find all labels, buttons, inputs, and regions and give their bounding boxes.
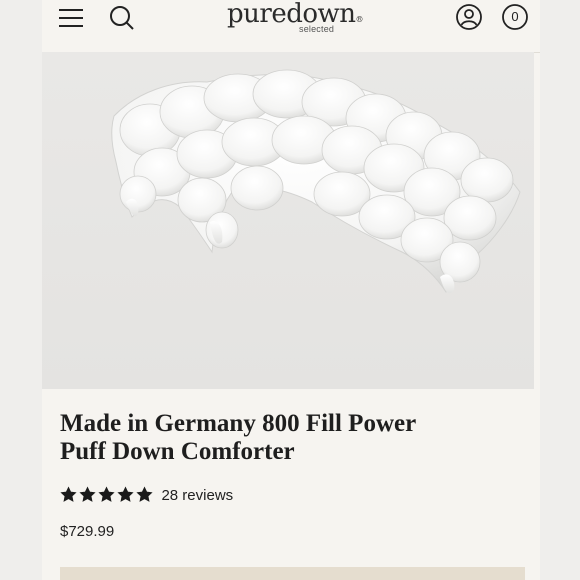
search-icon[interactable]: [108, 4, 136, 32]
site-header: puredown® selected 0: [42, 0, 540, 53]
product-title: Made in Germany 800 Fill Power Puff Down…: [60, 410, 480, 466]
cart-icon[interactable]: 0: [501, 3, 529, 31]
logo-tagline: selected: [299, 24, 335, 34]
product-title-line1: Made in Germany 800 Fill Power: [60, 410, 417, 437]
reviews-link[interactable]: 28 reviews: [161, 487, 233, 504]
star-icon: [79, 486, 96, 503]
comforter-illustration: [111, 69, 521, 294]
star-icon: [60, 486, 77, 503]
phone-screen: puredown® selected 0 Made in Germany 800…: [42, 0, 540, 580]
account-icon[interactable]: [455, 3, 483, 31]
product-title-line2: Puff Down Comforter: [60, 438, 295, 465]
menu-icon[interactable]: [59, 8, 83, 28]
product-price: $729.99: [60, 523, 115, 540]
add-to-cart-button[interactable]: [60, 567, 525, 580]
star-icon: [136, 486, 153, 503]
product-image[interactable]: [42, 52, 534, 389]
logo-wordmark: puredown®: [227, 0, 364, 29]
cart-count: 0: [511, 9, 519, 24]
star-icon: [117, 486, 134, 503]
star-icon: [98, 486, 115, 503]
site-logo[interactable]: puredown® selected: [227, 0, 364, 40]
product-rating[interactable]: 28 reviews: [60, 486, 233, 506]
star-rating: [60, 486, 155, 504]
